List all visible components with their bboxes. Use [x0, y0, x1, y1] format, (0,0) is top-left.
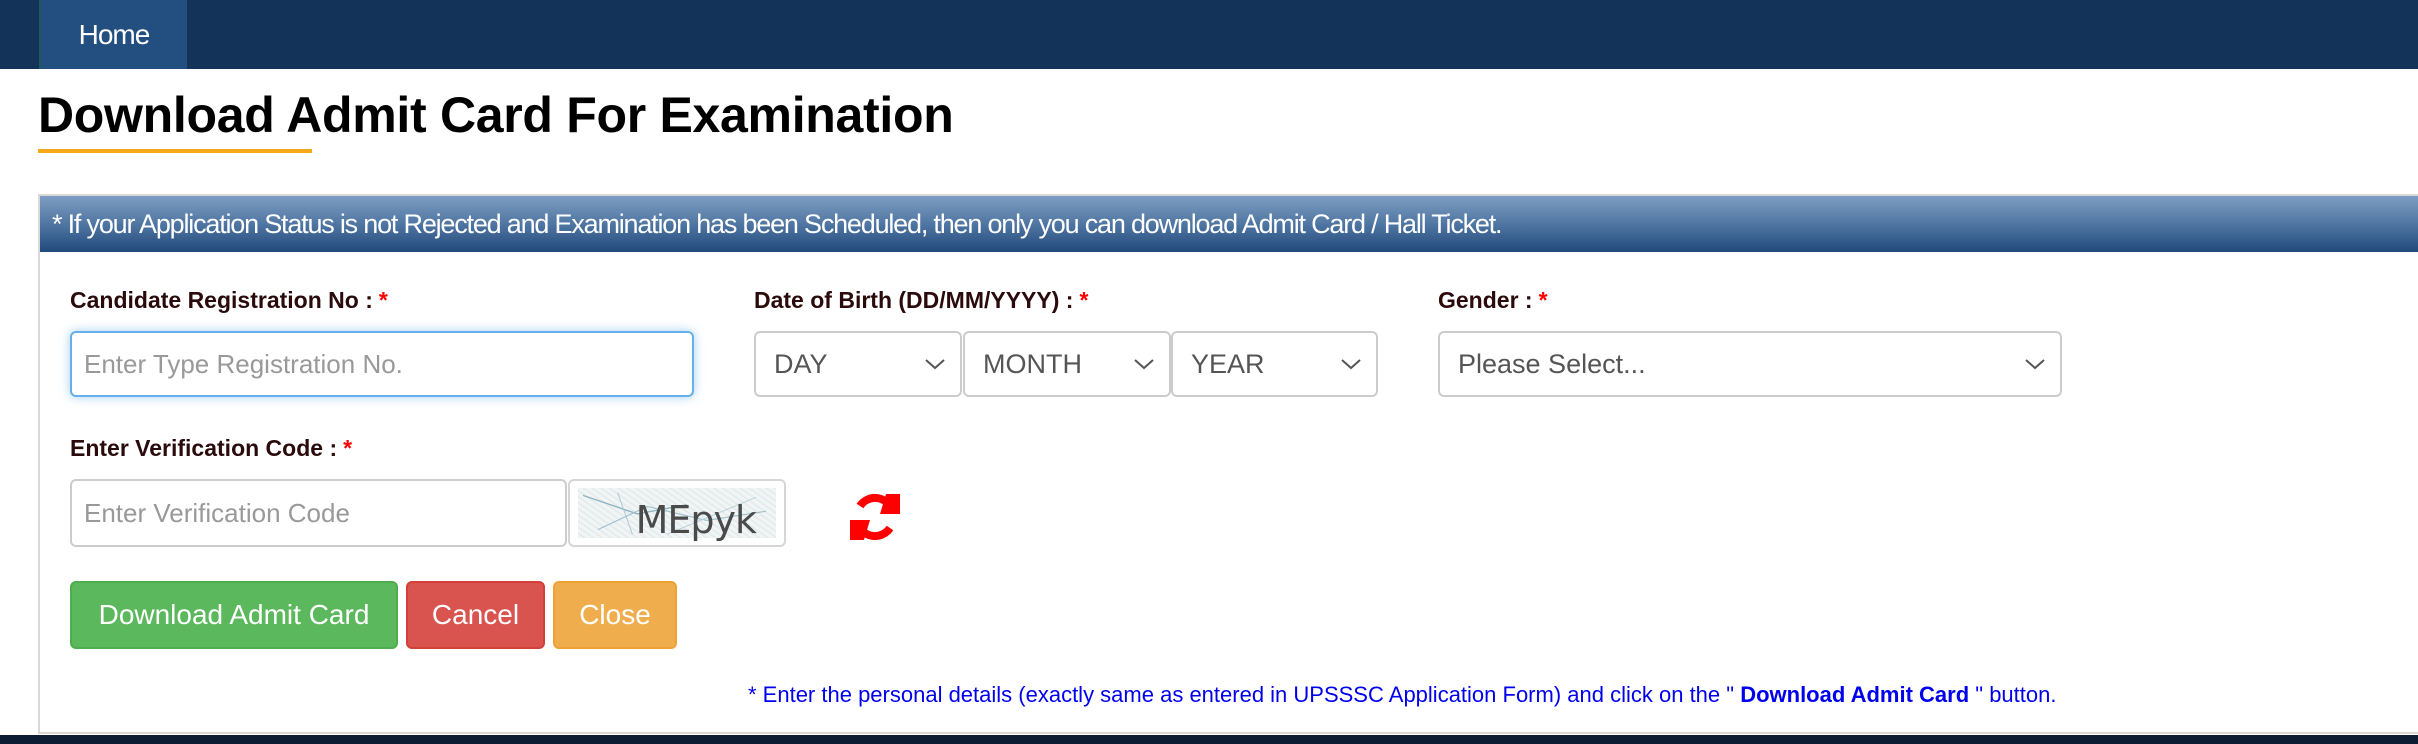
admit-card-panel: * If your Application Status is not Reje…: [38, 194, 2418, 734]
verification-label-text: Enter Verification Code :: [70, 435, 338, 461]
top-navigation-bar: Home: [0, 0, 2418, 69]
required-mark: *: [378, 287, 388, 313]
required-mark: *: [1079, 287, 1089, 313]
dob-day-value: DAY: [774, 348, 828, 379]
required-mark: *: [1538, 287, 1548, 313]
registration-label-text: Candidate Registration No :: [70, 287, 373, 313]
registration-number-input[interactable]: [70, 331, 694, 397]
captcha-background: MEpyk: [578, 488, 776, 542]
note-emphasis: Download Admit Card: [1740, 682, 1970, 707]
refresh-icon[interactable]: [848, 490, 902, 544]
download-admit-card-button[interactable]: Download Admit Card: [70, 581, 398, 649]
captcha-image: MEpyk: [568, 479, 786, 547]
title-underline: [38, 149, 312, 153]
page-title: Download Admit Card For Examination: [38, 87, 954, 143]
registration-label: Candidate Registration No : *: [70, 287, 388, 314]
verification-label: Enter Verification Code : *: [70, 435, 352, 462]
panel-header-notice: * If your Application Status is not Reje…: [40, 196, 2418, 252]
chevron-down-icon: [2025, 359, 2045, 370]
chevron-down-icon: [925, 359, 945, 370]
captcha-text: MEpyk: [635, 498, 757, 542]
cancel-button[interactable]: Cancel: [406, 581, 545, 649]
gender-value: Please Select...: [1458, 348, 1646, 379]
gender-select[interactable]: Please Select...: [1438, 331, 2062, 397]
gender-label: Gender : *: [1438, 287, 1548, 314]
dob-year-select[interactable]: YEAR: [1171, 331, 1378, 397]
required-mark: *: [343, 435, 353, 461]
dob-year-value: YEAR: [1191, 348, 1265, 379]
close-button[interactable]: Close: [553, 581, 677, 649]
gender-label-text: Gender :: [1438, 287, 1533, 313]
dob-month-value: MONTH: [983, 348, 1082, 379]
chevron-down-icon: [1341, 359, 1361, 370]
dob-label-text: Date of Birth (DD/MM/YYYY) :: [754, 287, 1074, 313]
dob-month-select[interactable]: MONTH: [963, 331, 1171, 397]
footer-bar: [0, 735, 2418, 744]
dob-label: Date of Birth (DD/MM/YYYY) : *: [754, 287, 1088, 314]
nav-item-home[interactable]: Home: [39, 0, 187, 69]
verification-code-input[interactable]: [70, 479, 567, 547]
note-suffix: " button.: [1969, 682, 2057, 707]
dob-day-select[interactable]: DAY: [754, 331, 962, 397]
note-prefix: * Enter the personal details (exactly sa…: [748, 682, 1741, 707]
chevron-down-icon: [1134, 359, 1154, 370]
instruction-note: * Enter the personal details (exactly sa…: [748, 682, 2056, 708]
